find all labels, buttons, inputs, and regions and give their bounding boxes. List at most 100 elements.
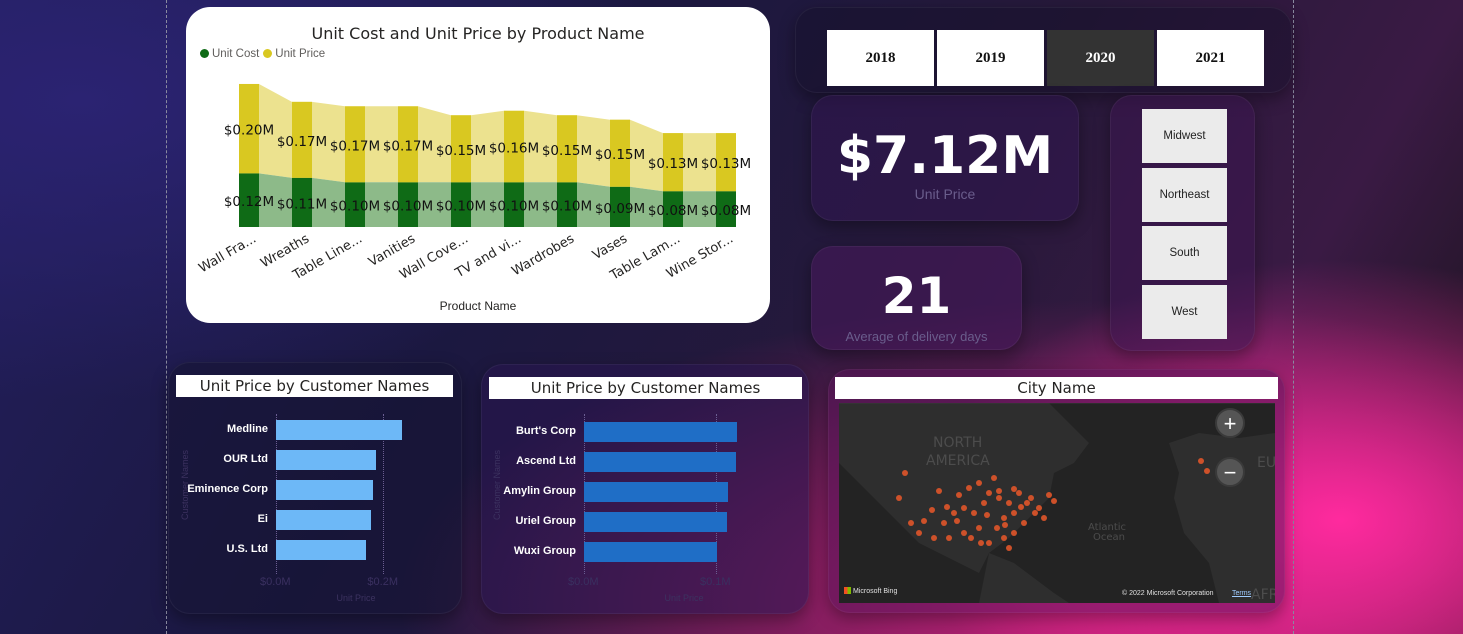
y-category-label: Burt's Corp <box>515 425 576 437</box>
city-point <box>1204 468 1210 474</box>
city-point <box>1001 535 1007 541</box>
cost-data-label: $0.10M <box>383 199 433 215</box>
cost-data-label: $0.10M <box>436 199 486 215</box>
year-slicer: 2018 2019 2020 2021 <box>795 7 1292 93</box>
city-point <box>991 475 997 481</box>
city-point <box>1036 505 1042 511</box>
city-point <box>1041 515 1047 521</box>
city-point <box>996 495 1002 501</box>
price-data-label: $0.15M <box>542 143 592 159</box>
x-tick-label: $0.0M <box>568 576 599 588</box>
bar[interactable] <box>584 542 718 562</box>
map-copyright: © 2022 Microsoft Corporation <box>1122 590 1214 597</box>
price-data-label: $0.15M <box>436 143 486 159</box>
city-point <box>986 540 992 546</box>
region-slicer: Midwest Northeast South West <box>1110 95 1255 351</box>
bar-chart-left-y-title: Customer Names <box>180 449 190 521</box>
city-point <box>961 530 967 536</box>
x-axis-title: Product Name <box>439 299 517 313</box>
year-button-2018[interactable]: 2018 <box>827 30 934 86</box>
year-button-2019[interactable]: 2019 <box>937 30 1044 86</box>
kpi-delivery-days-label: Average of delivery days <box>845 329 988 344</box>
x-tick-label: $0.1M <box>700 576 731 588</box>
city-point <box>941 520 947 526</box>
city-point <box>1011 486 1017 492</box>
city-point <box>968 535 974 541</box>
zoom-in-button[interactable]: + <box>1215 408 1245 438</box>
cost-data-label: $0.08M <box>648 203 698 219</box>
cost-data-label: $0.12M <box>224 194 274 210</box>
bar-chart-left-plot[interactable]: $0.0M $0.2M Medline OUR Ltd Eminence Corp Ei U… <box>168 400 462 610</box>
city-point <box>956 492 962 498</box>
city-point <box>1051 498 1057 504</box>
bar-chart-left-title: Unit Price by Customer Names <box>176 375 453 397</box>
city-point <box>1198 458 1204 464</box>
y-category-label: Wuxi Group <box>513 545 576 557</box>
city-point <box>1011 510 1017 516</box>
region-button-northeast[interactable]: Northeast <box>1142 168 1227 222</box>
price-data-label: $0.20M <box>224 123 274 139</box>
region-button-midwest[interactable]: Midwest <box>1142 109 1227 163</box>
price-data-label: $0.16M <box>489 141 539 157</box>
year-button-2021[interactable]: 2021 <box>1157 30 1264 86</box>
bar[interactable] <box>276 480 373 500</box>
city-point <box>1046 492 1052 498</box>
bar[interactable] <box>276 540 367 560</box>
cost-data-label: $0.10M <box>489 199 539 215</box>
city-point <box>951 510 957 516</box>
city-map[interactable]: NORTH AMERICA Atlantic Ocean EUR AFR + −… <box>839 403 1275 603</box>
kpi-unit-price-label: Unit Price <box>914 186 976 202</box>
city-point <box>944 504 950 510</box>
x-tick-label: $0.2M <box>367 576 398 588</box>
cost-data-label: $0.08M <box>701 203 751 219</box>
map-terms-link[interactable]: Terms <box>1232 590 1251 597</box>
cost-data-label: $0.11M <box>277 196 327 212</box>
bar[interactable] <box>276 450 377 470</box>
bar[interactable] <box>276 510 372 530</box>
price-data-label: $0.17M <box>277 134 327 150</box>
unit-cost-price-chart[interactable]: Unit Cost and Unit Price by Product Name… <box>186 7 770 323</box>
map-city-points <box>896 458 1210 551</box>
city-point <box>1006 500 1012 506</box>
city-point <box>1028 495 1034 501</box>
city-point <box>981 500 987 506</box>
city-point <box>921 518 927 524</box>
x-tick-label: Vases <box>590 231 630 263</box>
region-button-south[interactable]: South <box>1142 226 1227 280</box>
bar-chart-mid-title: Unit Price by Customer Names <box>489 377 802 399</box>
city-point <box>902 470 908 476</box>
bar[interactable] <box>584 452 736 472</box>
year-button-2020[interactable]: 2020 <box>1047 30 1154 86</box>
city-point <box>1002 522 1008 528</box>
bar[interactable] <box>584 422 738 442</box>
city-point <box>896 495 902 501</box>
city-point <box>1032 510 1038 516</box>
region-button-west[interactable]: West <box>1142 285 1227 339</box>
bar[interactable] <box>276 420 403 440</box>
kpi-delivery-days-card: 21 Average of delivery days <box>811 246 1022 350</box>
kpi-unit-price-value: $7.12M <box>836 126 1054 186</box>
city-point <box>996 488 1002 494</box>
cost-data-label: $0.09M <box>595 201 645 217</box>
cost-data-label: $0.10M <box>330 199 380 215</box>
bar-chart-mid-plot[interactable]: $0.0M $0.1M Burt's Corp Ascend Ltd Amylin Gr… <box>481 400 809 610</box>
city-point <box>966 485 972 491</box>
cost-data-label: $0.10M <box>542 199 592 215</box>
bar-chart-mid-y-title: Customer Names <box>492 449 502 521</box>
city-point <box>994 525 1000 531</box>
city-point <box>1021 520 1027 526</box>
price-data-label: $0.13M <box>701 156 751 172</box>
city-point <box>1006 545 1012 551</box>
bing-logo: Microsoft Bing <box>844 587 897 595</box>
x-tick-label: $0.0M <box>260 576 291 588</box>
microsoft-logo-icon <box>844 587 851 594</box>
city-point <box>976 480 982 486</box>
zoom-out-button[interactable]: − <box>1215 457 1245 487</box>
bar[interactable] <box>584 482 728 502</box>
city-point <box>971 510 977 516</box>
kpi-delivery-days-value: 21 <box>881 267 952 325</box>
city-point <box>986 490 992 496</box>
city-point <box>936 488 942 494</box>
bar[interactable] <box>584 512 727 532</box>
price-data-label: $0.13M <box>648 156 698 172</box>
